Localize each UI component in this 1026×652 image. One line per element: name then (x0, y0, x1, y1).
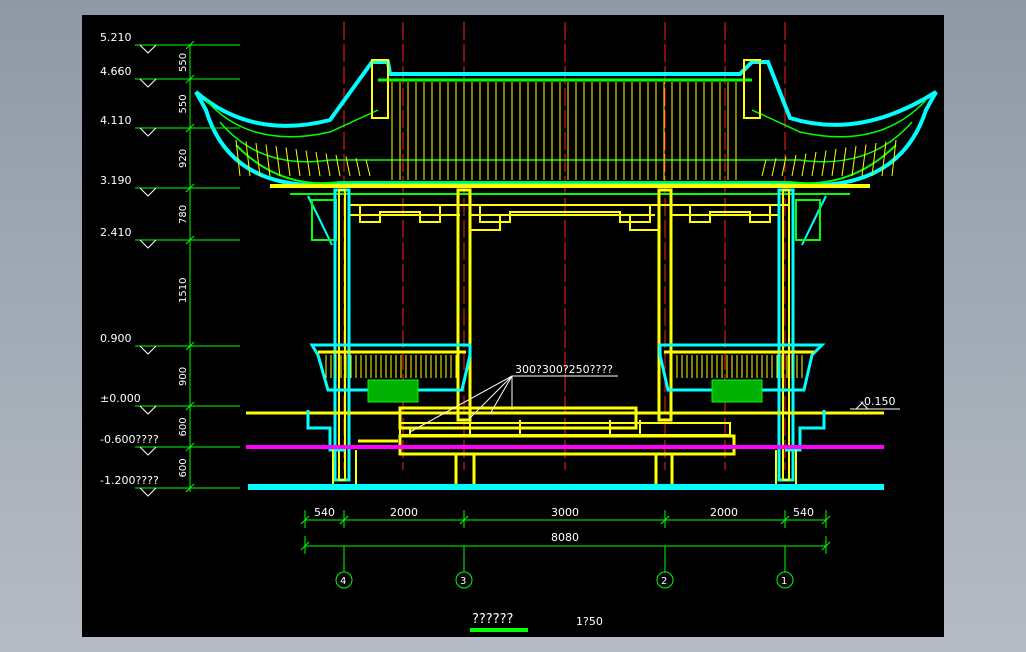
fretwork-band (350, 204, 790, 231)
pavilion-elevation-drawing: 300?300?250???? -0.150 5.210 4.660 4.110 3.… (100, 22, 938, 632)
level-symbol (139, 446, 157, 456)
level-symbol (139, 127, 157, 137)
level-symbol (139, 239, 157, 249)
level-label: -0.600???? (100, 433, 159, 446)
roof-rib (861, 144, 867, 177)
level-symbol (139, 187, 157, 197)
level-label: 5.210 (100, 31, 132, 44)
level-label: 3.190 (100, 174, 132, 187)
height-label: 600 (178, 458, 189, 477)
height-label: 920 (178, 149, 189, 168)
roof-rib (335, 154, 341, 177)
roof (194, 59, 938, 195)
level-label: -1.200???? (100, 474, 159, 487)
ridge-end-left (371, 59, 389, 119)
height-label: 550 (178, 53, 189, 72)
roof-rib (275, 145, 281, 177)
level-symbol (139, 44, 157, 54)
elevation-scale: 5.210 4.660 4.110 3.190 2.410 0.900 ±0.000 -0.6… (100, 31, 240, 497)
roof-rib (285, 147, 291, 177)
roof-rib (265, 144, 271, 177)
roof-rib (761, 159, 767, 177)
foundation-slab (248, 484, 884, 490)
level-symbol (139, 487, 157, 497)
level-symbol (139, 405, 157, 415)
roof-rib (831, 148, 837, 177)
span-label: 540 (793, 506, 814, 519)
viewport-frame: 300?300?250???? -0.150 5.210 4.660 4.110 3.… (0, 0, 1026, 652)
height-label: 550 (178, 94, 189, 113)
height-label: 600 (178, 417, 189, 436)
level-label: 4.110 (100, 114, 132, 127)
level-label: ±0.000 (100, 392, 141, 405)
span-labels: 540 2000 3000 2000 540 8080 (314, 506, 814, 544)
roof-rib (325, 153, 331, 177)
height-label: 780 (178, 205, 189, 224)
height-label: 1510 (178, 278, 189, 303)
level-label: 0.900 (100, 332, 132, 345)
level-right-label: -0.150 (860, 395, 895, 408)
level-label: 4.660 (100, 65, 132, 78)
roof-rib (851, 145, 857, 177)
total-span-label: 8080 (551, 531, 579, 544)
axis-bubbles: 4 3 2 1 (335, 546, 794, 589)
material-note: 300?300?250???? (515, 363, 613, 376)
height-label: 900 (178, 367, 189, 386)
roof-rib (295, 148, 301, 177)
axis-label: 2 (661, 576, 667, 587)
balustrade-right (658, 343, 826, 403)
roof-rib (305, 150, 311, 177)
roof-rib (821, 150, 827, 177)
drawing-scale: 1?50 (576, 615, 603, 628)
span-label: 3000 (551, 506, 579, 519)
roof-rib (315, 151, 321, 177)
drawing-title: ?????? (472, 612, 513, 627)
roof-rib (791, 154, 797, 177)
roof-tiles (205, 78, 927, 185)
cad-drawing-canvas[interactable]: 300?300?250???? -0.150 5.210 4.660 4.110 3.… (82, 15, 944, 637)
level-label: 2.410 (100, 226, 132, 239)
span-label: 2000 (390, 506, 418, 519)
roof-rib (801, 153, 807, 177)
title-underline (470, 628, 528, 632)
span-label: 2000 (710, 506, 738, 519)
roof-rib (841, 147, 847, 177)
axis-centerlines (343, 22, 786, 470)
level-symbol (139, 345, 157, 355)
roof-rib (365, 159, 371, 177)
axis-label: 1 (781, 576, 787, 587)
axis-label: 4 (340, 576, 346, 587)
axis-label: 3 (460, 576, 466, 587)
bracket-ornaments (307, 195, 827, 246)
roof-rib (811, 151, 817, 177)
level-symbol (139, 78, 157, 88)
span-label: 540 (314, 506, 335, 519)
